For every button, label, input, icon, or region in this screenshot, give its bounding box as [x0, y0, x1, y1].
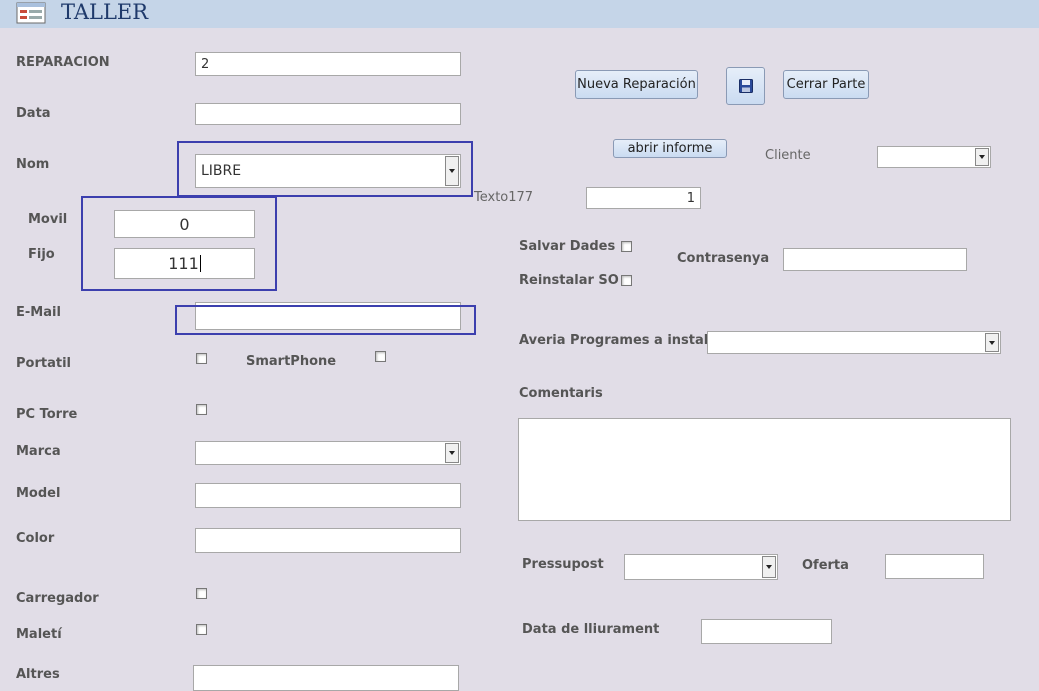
form-title: TALLER	[61, 0, 149, 24]
pctorre-label: PC Torre	[16, 407, 78, 422]
chevron-down-icon[interactable]	[445, 443, 459, 463]
altres-label: Altres	[16, 667, 60, 682]
text-cursor	[199, 255, 201, 272]
oferta-label: Oferta	[802, 558, 849, 573]
form-header: TALLER	[0, 0, 1039, 28]
chevron-down-icon[interactable]	[985, 333, 999, 352]
salvar-dades-checkbox[interactable]	[621, 241, 632, 252]
smartphone-label: SmartPhone	[246, 354, 337, 369]
movil-field[interactable]: 0	[114, 210, 255, 238]
email-highlight-box	[175, 305, 476, 335]
chevron-down-icon[interactable]	[762, 556, 776, 578]
data-label: Data	[16, 106, 51, 121]
cliente-label: Cliente	[765, 148, 811, 163]
model-label: Model	[16, 486, 61, 501]
fijo-label: Fijo	[28, 247, 55, 262]
marca-combobox[interactable]	[195, 441, 461, 465]
save-button[interactable]	[726, 67, 765, 105]
chevron-down-icon[interactable]	[445, 156, 459, 186]
texto177-field[interactable]: 1	[586, 187, 701, 209]
carregador-label: Carregador	[16, 591, 99, 606]
form-icon	[16, 2, 46, 24]
cliente-combobox[interactable]	[877, 146, 991, 168]
model-field[interactable]	[195, 483, 461, 508]
fijo-value: 111	[168, 254, 199, 273]
texto177-label: Texto177	[474, 190, 534, 205]
nom-combobox[interactable]: LIBRE	[195, 154, 461, 188]
maleti-checkbox[interactable]	[196, 624, 207, 635]
reparacion-label: REPARACION	[16, 55, 110, 70]
averia-label: Averia Programes a instalar	[519, 333, 724, 348]
carregador-checkbox[interactable]	[196, 588, 207, 599]
email-label: E-Mail	[16, 305, 61, 320]
marca-label: Marca	[16, 444, 61, 459]
save-icon	[738, 79, 753, 93]
color-field[interactable]	[195, 528, 461, 553]
color-label: Color	[16, 531, 55, 546]
lliurament-field[interactable]	[701, 619, 832, 644]
cerrar-parte-button[interactable]: Cerrar Parte	[783, 70, 869, 99]
nueva-reparacion-button[interactable]: Nueva Reparación	[575, 70, 698, 99]
pctorre-checkbox[interactable]	[196, 404, 207, 415]
contrasenya-label: Contrasenya	[677, 251, 770, 266]
pressupost-label: Pressupost	[522, 557, 604, 572]
reinstalar-so-label: Reinstalar SO	[519, 273, 619, 288]
portatil-checkbox[interactable]	[196, 353, 207, 364]
contrasenya-field[interactable]	[783, 248, 967, 271]
portatil-label: Portatil	[16, 356, 71, 371]
reinstalar-so-checkbox[interactable]	[621, 275, 632, 286]
smartphone-checkbox[interactable]	[375, 351, 386, 362]
nom-value: LIBRE	[201, 163, 242, 179]
nom-label: Nom	[16, 157, 50, 172]
abrir-informe-button[interactable]: abrir informe	[613, 139, 727, 158]
comentaris-label: Comentaris	[519, 386, 603, 401]
altres-field[interactable]	[193, 665, 459, 691]
movil-label: Movil	[28, 212, 68, 227]
maleti-label: Maletí	[16, 627, 62, 642]
pressupost-combobox[interactable]	[624, 554, 778, 580]
chevron-down-icon[interactable]	[975, 148, 989, 166]
data-field[interactable]	[195, 103, 461, 125]
salvar-dades-label: Salvar Dades	[519, 239, 616, 254]
averia-combobox[interactable]	[707, 331, 1001, 354]
fijo-field[interactable]: 111	[114, 248, 255, 279]
lliurament-label: Data de lliurament	[522, 622, 660, 637]
reparacion-field[interactable]: 2	[195, 52, 461, 76]
oferta-field[interactable]	[885, 554, 984, 579]
comentaris-textarea[interactable]	[518, 418, 1011, 521]
